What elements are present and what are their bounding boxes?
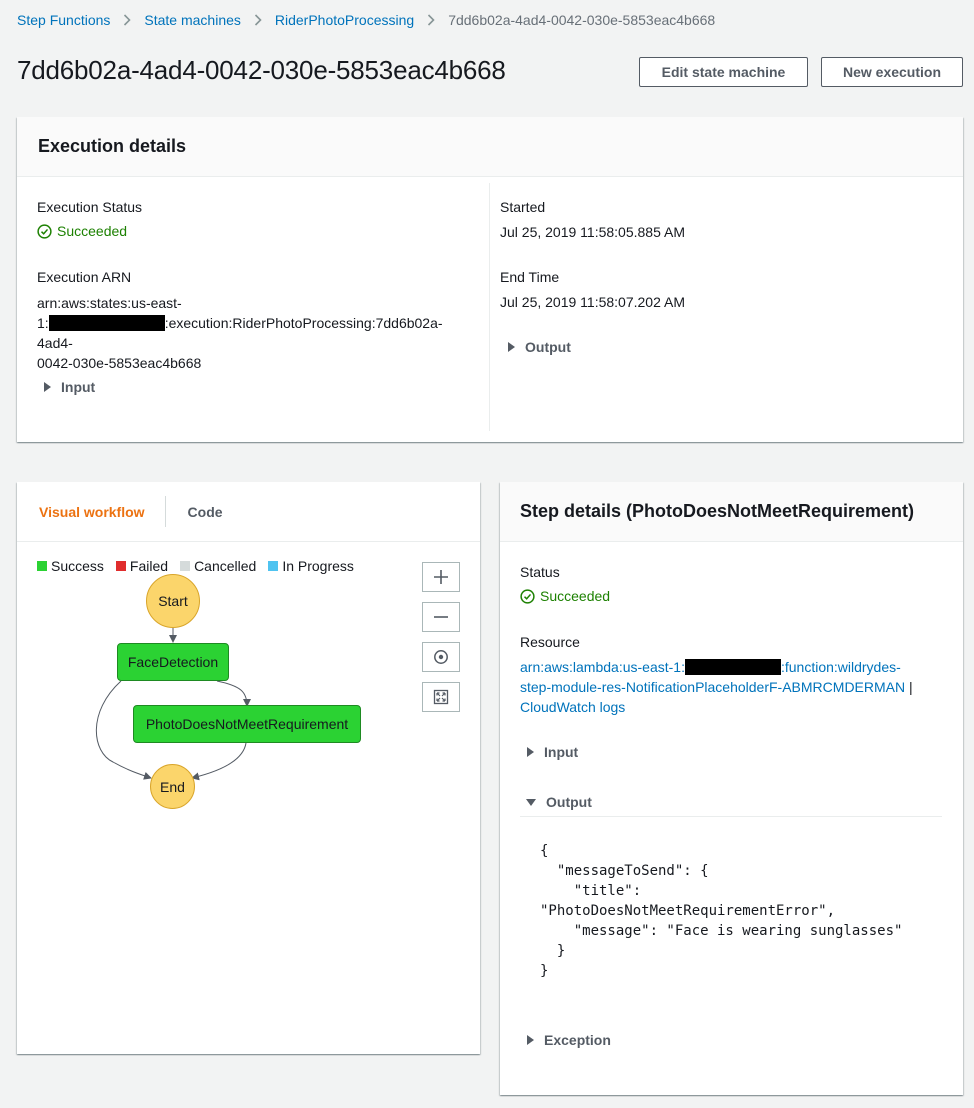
output-expander-label: Output [525,339,571,355]
column-divider [489,183,490,431]
page-title: 7dd6b02a-4ad4-0042-030e-5853eac4b668 [17,55,506,85]
execution-status-label: Execution Status [37,199,143,215]
caret-right-icon [508,342,515,352]
input-expander-label: Input [61,379,96,395]
step-exception-expander[interactable]: Exception [527,1032,611,1048]
arn-line-2: 1::execution:RiderPhotoProcessing:7dd6b0… [37,313,477,353]
check-circle-icon [520,588,535,604]
edge-face-photo [216,680,251,707]
redacted-account-id [48,315,165,331]
breadcrumb-current-execution: 7dd6b02a-4ad4-0042-030e-5853eac4b668 [448,12,716,28]
output-expander[interactable]: Output [508,339,571,355]
node-end[interactable]: End [150,764,195,809]
cloudwatch-logs-link[interactable]: CloudWatch logs [520,699,625,715]
end-time-value: Jul 25, 2019 11:58:07.202 AM [500,294,685,310]
started-value: Jul 25, 2019 11:58:05.885 AM [500,224,685,240]
step-status-text: Succeeded [540,588,611,604]
breadcrumb-step-functions[interactable]: Step Functions [17,12,110,28]
caret-right-icon [44,382,51,392]
caret-right-icon [527,747,534,757]
execution-details-header: Execution details [17,117,963,177]
step-output-label: Output [546,794,592,810]
started-label: Started [500,199,546,215]
step-status-label: Status [520,564,560,580]
step-details-header: Step details (PhotoDoesNotMeetRequiremen… [500,482,963,542]
step-output-json: { "messageToSend": { "title": "PhotoDoes… [540,843,903,979]
caret-right-icon [527,1035,534,1045]
step-status-value: Succeeded [520,588,610,604]
link-separator: | [909,679,913,695]
breadcrumb-rider-photo-processing[interactable]: RiderPhotoProcessing [275,12,414,28]
output-divider [520,816,942,817]
end-time-label: End Time [500,269,560,285]
execution-details-panel: Execution details Execution Status Succe… [17,117,963,442]
step-details-panel: Step details (PhotoDoesNotMeetRequiremen… [500,482,963,1095]
node-photo-does-not-meet-requirement[interactable]: PhotoDoesNotMeetRequirement [133,705,361,743]
edge-photo-end [191,742,247,781]
arn-region-part: 1: [37,315,49,331]
chevron-right-icon [254,14,262,26]
execution-status-text: Succeeded [57,223,128,239]
resource-line-1: arn:aws:lambda:us-east-1: :function:wildr… [520,657,950,677]
caret-down-icon [526,798,536,806]
resource-line-2: step-module-res-NotificationPlaceholderF… [520,677,950,697]
check-circle-icon [37,223,52,239]
step-input-label: Input [544,744,579,760]
arn-line-3: 0042-030e-5853eac4b668 [37,355,202,371]
redacted-account-id [684,659,781,675]
breadcrumb-state-machines[interactable]: State machines [144,12,241,28]
input-expander[interactable]: Input [44,379,95,395]
resource-arn-link-end[interactable]: :function:wildrydes- [781,659,901,675]
execution-arn-label: Execution ARN [37,269,132,285]
resource-function-link[interactable]: step-module-res-NotificationPlaceholderF… [520,679,905,695]
step-input-expander[interactable]: Input [527,744,578,760]
edit-state-machine-button[interactable]: Edit state machine [639,57,808,87]
step-exception-label: Exception [544,1032,611,1048]
resource-line-3: CloudWatch logs [520,697,950,717]
workflow-edges [95,623,251,781]
breadcrumb: Step Functions State machines RiderPhoto… [17,12,715,28]
workflow-panel: Visual workflow Code Success Failed Canc… [17,482,480,1054]
resource-value: arn:aws:lambda:us-east-1: :function:wildr… [520,657,950,717]
resource-arn-link-start[interactable]: arn:aws:lambda:us-east-1: [520,659,685,675]
step-output-expander[interactable]: Output [526,794,592,810]
chevron-right-icon [427,14,435,26]
arn-line-1: arn:aws:states:us-east- [37,295,182,311]
node-face-detection[interactable]: FaceDetection [117,643,229,681]
execution-arn-value: arn:aws:states:us-east- 1::execution:Rid… [37,293,477,373]
new-execution-button[interactable]: New execution [821,57,963,87]
chevron-right-icon [123,14,132,26]
execution-status-value: Succeeded [37,223,127,239]
resource-label: Resource [520,634,580,650]
node-start[interactable]: Start [146,574,200,628]
